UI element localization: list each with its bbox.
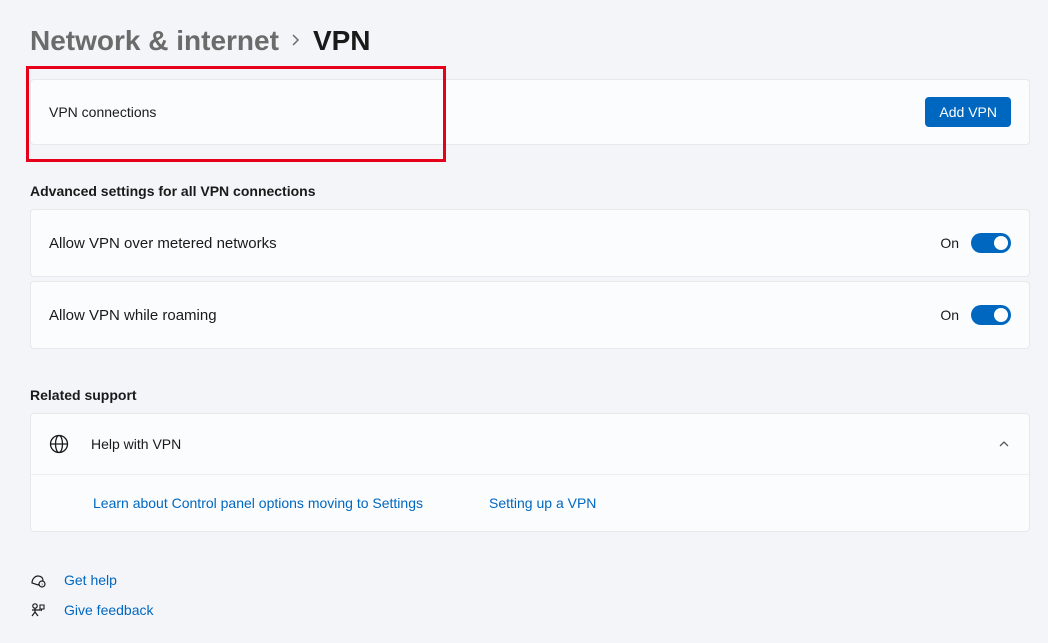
metered-label: Allow VPN over metered networks [49,235,277,252]
metered-toggle[interactable] [971,233,1011,253]
breadcrumb-parent[interactable]: Network & internet [30,25,279,57]
advanced-settings-heading: Advanced settings for all VPN connection… [30,183,1030,199]
feedback-icon [30,602,46,618]
related-support-heading: Related support [30,387,1030,403]
page-title: VPN [313,25,371,57]
setup-vpn-link[interactable]: Setting up a VPN [489,495,596,511]
toggle-knob [994,308,1008,322]
add-vpn-button[interactable]: Add VPN [925,97,1011,127]
roaming-toggle[interactable] [971,305,1011,325]
chevron-up-icon [997,437,1011,451]
control-panel-link[interactable]: Learn about Control panel options moving… [93,495,423,511]
help-with-vpn-card: Help with VPN Learn about Control panel … [30,413,1030,532]
help-with-vpn-header[interactable]: Help with VPN [31,414,1029,475]
roaming-card: Allow VPN while roaming On [30,281,1030,349]
help-with-vpn-label: Help with VPN [91,436,181,452]
give-feedback-link[interactable]: Give feedback [64,602,154,618]
get-help-icon: ? [30,572,46,588]
roaming-state: On [940,307,959,323]
metered-state: On [940,235,959,251]
footer-links: ? Get help Give feedback [30,572,1030,618]
breadcrumb: Network & internet VPN [30,25,1030,57]
get-help-link[interactable]: Get help [64,572,117,588]
vpn-connections-label: VPN connections [49,104,156,120]
roaming-label: Allow VPN while roaming [49,307,217,324]
toggle-knob [994,236,1008,250]
vpn-connections-card: VPN connections Add VPN [30,79,1030,145]
globe-icon [49,434,69,454]
metered-card: Allow VPN over metered networks On [30,209,1030,277]
help-links-row: Learn about Control panel options moving… [31,475,1029,531]
chevron-right-icon [291,30,301,53]
